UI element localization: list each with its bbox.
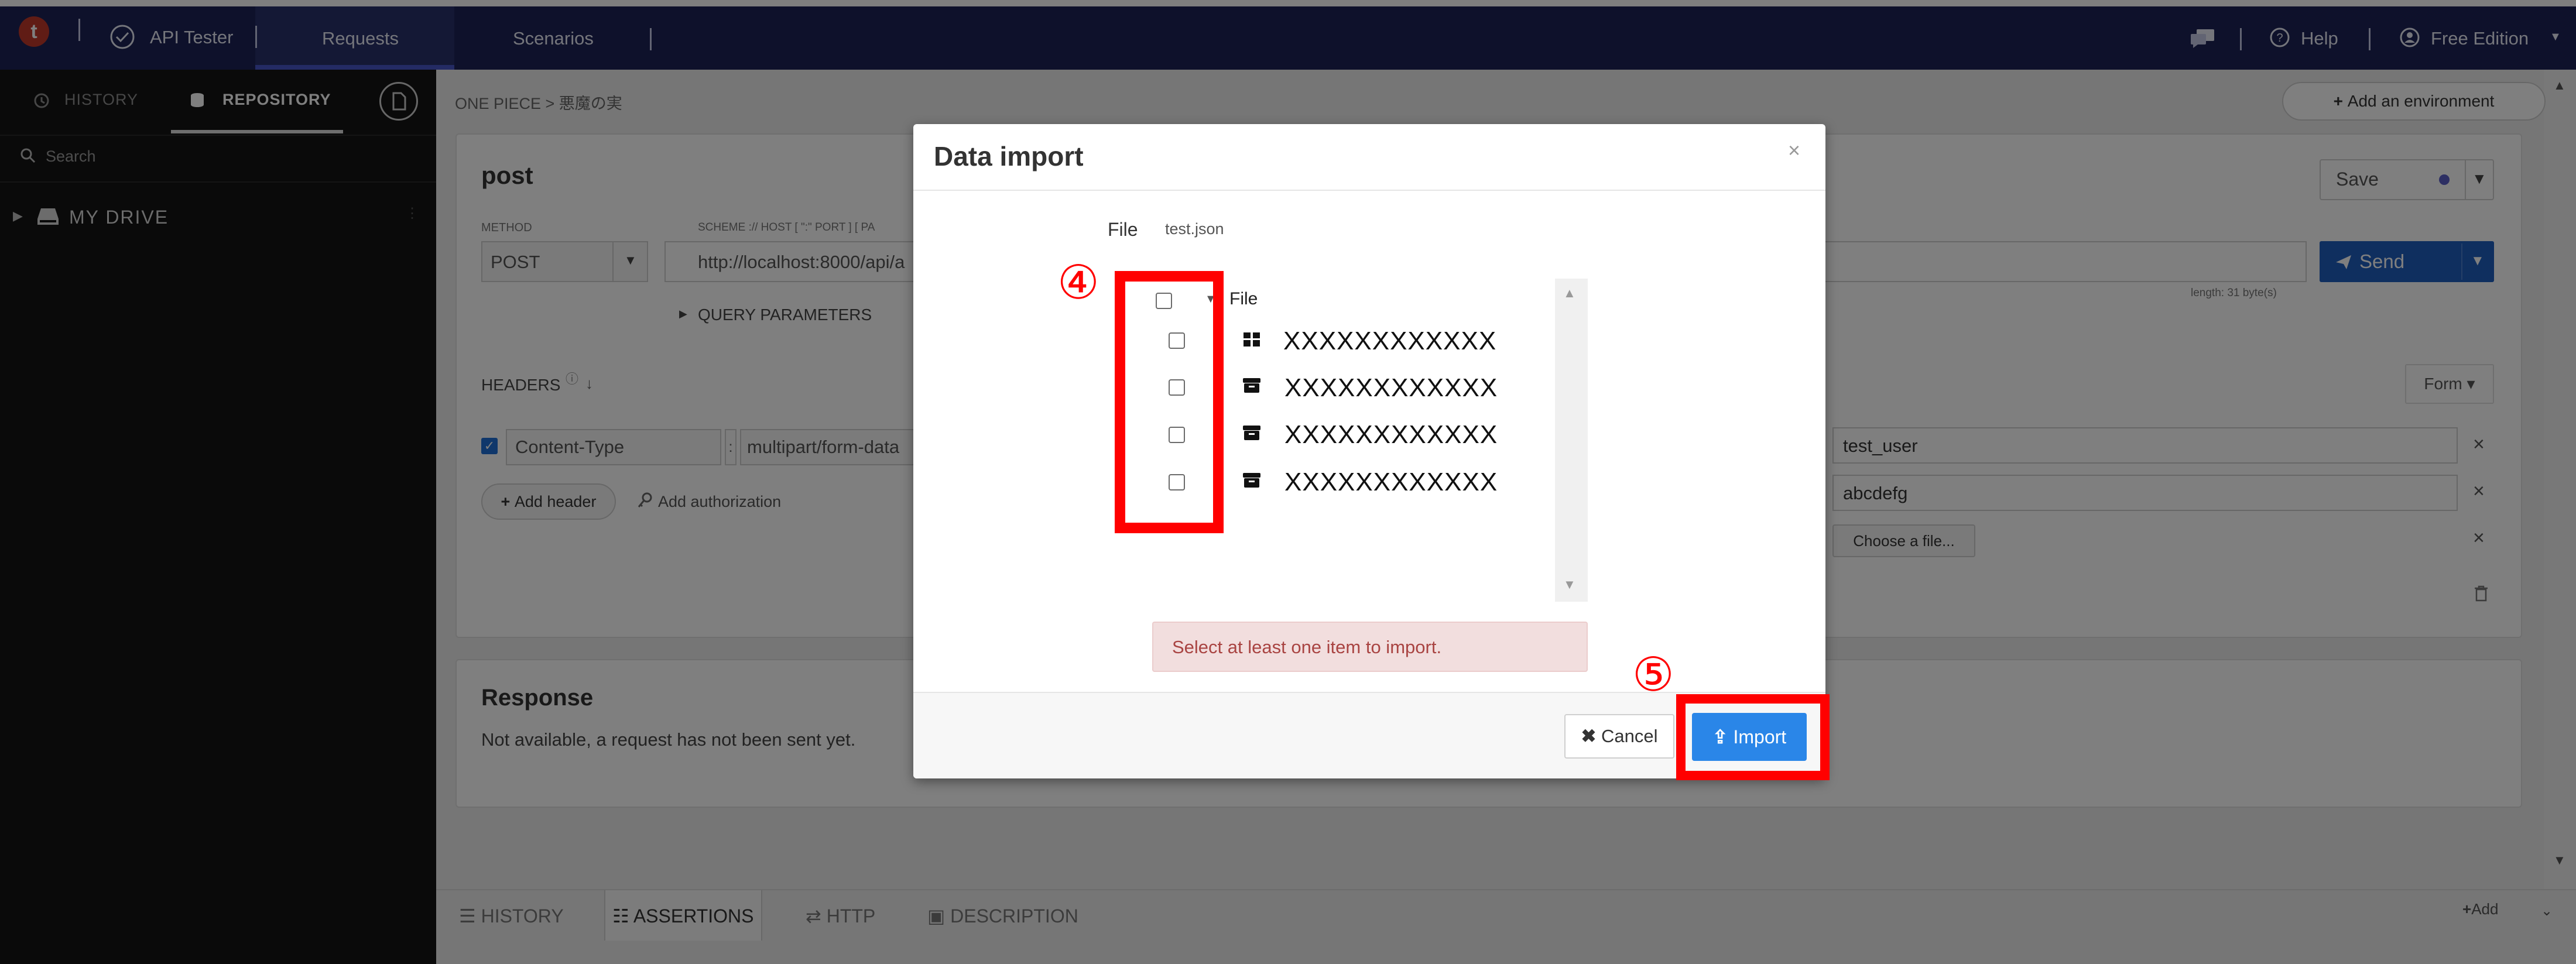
annotation-step4: ④ — [1057, 256, 1099, 308]
annotation-box-step4 — [1115, 271, 1224, 533]
scroll-down-icon[interactable]: ▼ — [1563, 577, 1576, 592]
tree-item-label: XXXXXXXXXXXX — [1283, 327, 1497, 355]
cancel-label: Cancel — [1601, 726, 1658, 746]
archive-icon — [1243, 473, 1260, 488]
annotation-step5: ⑤ — [1632, 649, 1674, 701]
annotation-box-step5 — [1676, 694, 1830, 780]
divider — [913, 190, 1825, 191]
tree-scrollbar[interactable] — [1555, 279, 1588, 602]
error-message: Select at least one item to import. — [1172, 637, 1442, 657]
tree-item-label: XXXXXXXXXXXX — [1284, 468, 1498, 496]
cancel-button[interactable]: ✖ Cancel — [1564, 714, 1674, 759]
close-icon[interactable]: × — [1788, 138, 1800, 163]
file-name: test.json — [1165, 220, 1224, 238]
file-label: File — [1108, 219, 1138, 240]
tree-item-label: XXXXXXXXXXXX — [1284, 373, 1498, 402]
dialog-title: Data import — [934, 141, 1084, 171]
archive-icon — [1243, 426, 1260, 440]
scroll-up-icon[interactable]: ▲ — [1563, 286, 1576, 301]
grid-icon — [1244, 332, 1260, 347]
tree-item-label: XXXXXXXXXXXX — [1284, 420, 1498, 449]
tree-root-label: File — [1229, 289, 1258, 308]
archive-icon — [1243, 378, 1260, 393]
